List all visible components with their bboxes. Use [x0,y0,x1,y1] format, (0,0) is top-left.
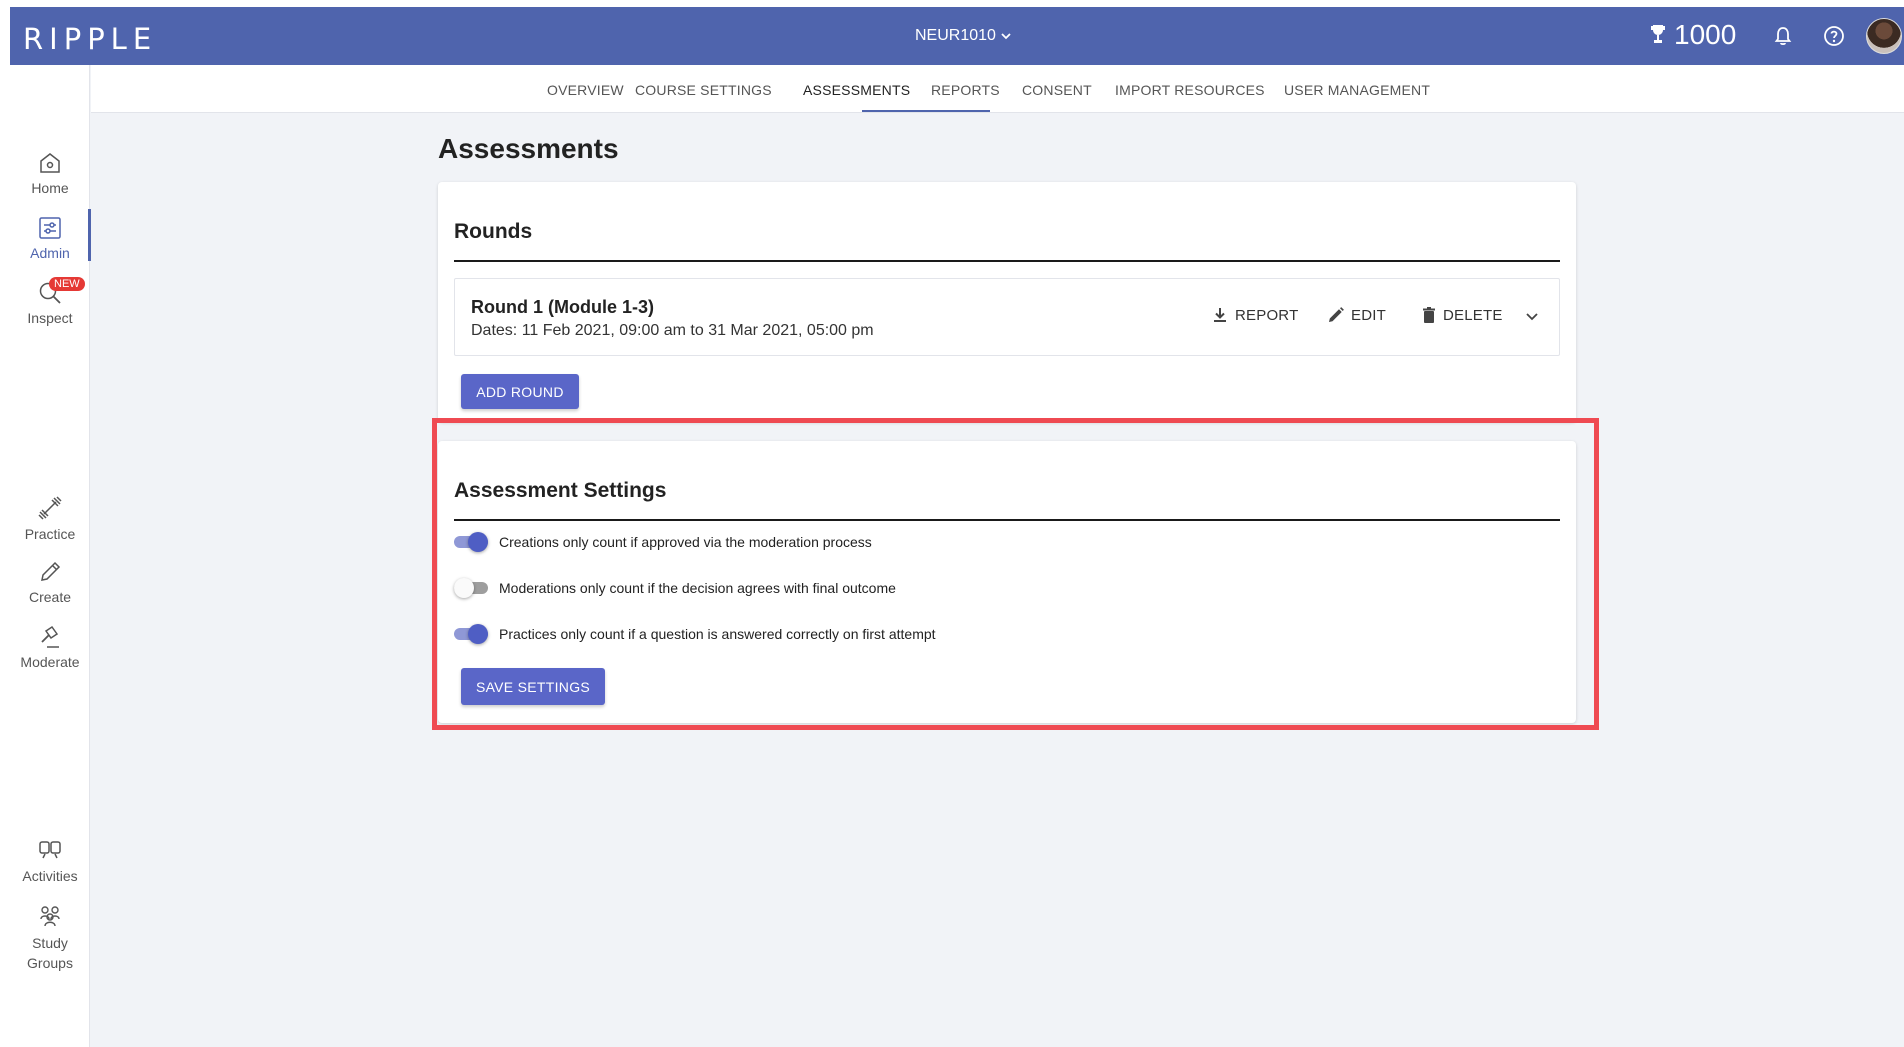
toggle-label: Creations only count if approved via the… [499,534,872,550]
toggle-row-creations: Creations only count if approved via the… [454,532,872,552]
sidebar-item-label-line2: Groups [27,955,73,971]
sidebar-item-activities[interactable]: Activities [10,838,90,884]
tab-course-settings[interactable]: COURSE SETTINGS [635,82,772,98]
tab-user-management[interactable]: USER MANAGEMENT [1284,82,1430,98]
trophy-icon [1651,25,1665,43]
toggle-label: Practices only count if a question is an… [499,626,936,642]
toggle-label: Moderations only count if the decision a… [499,580,896,596]
gavel-icon [41,625,59,648]
tab-assessments[interactable]: ASSESSMENTS [803,82,910,98]
sidebar-item-moderate[interactable]: Moderate [10,624,90,670]
groups-icon [40,906,60,927]
bell-icon[interactable] [1771,24,1795,48]
sidebar-item-label: Create [28,589,72,605]
download-icon [1214,308,1226,322]
toggle-row-moderations: Moderations only count if the decision a… [454,578,896,598]
trash-icon [1423,307,1435,323]
rounds-title: Rounds [454,220,533,243]
course-name: NEUR1010 [915,27,996,44]
practices-toggle[interactable] [454,624,488,644]
top-bar: RIPPLE NEUR1010 1000 [10,7,1904,65]
edit-label: EDIT [1351,306,1386,324]
pencil-icon [1329,307,1344,322]
help-icon[interactable] [1822,24,1846,48]
report-label: REPORT [1235,306,1299,324]
app-frame: RIPPLE NEUR1010 1000 Home Admin NEW Insp… [10,7,1904,1047]
edit-button[interactable]: EDIT [1327,306,1386,324]
active-tab-indicator [862,110,990,112]
sidebar-item-home[interactable]: Home [10,150,90,196]
sidebar-item-study-groups[interactable]: Study Groups [10,903,90,973]
add-round-button[interactable]: ADD ROUND [461,374,579,409]
toggle-row-practices: Practices only count if a question is an… [454,624,936,644]
sidebar-item-label: Moderate [20,654,80,670]
tab-overview[interactable]: OVERVIEW [547,82,624,98]
sidebar-item-label: Admin [30,245,70,261]
sidebar-item-label: Home [31,180,69,196]
sidebar-item-label: Practice [24,526,76,542]
assessment-settings-card: Assessment Settings Creations only count… [438,441,1576,723]
creations-toggle[interactable] [454,532,488,552]
moderations-toggle[interactable] [454,578,488,598]
course-selector[interactable]: NEUR1010 [915,27,1012,45]
report-button[interactable]: REPORT [1211,306,1298,324]
round-dates: Dates: 11 Feb 2021, 09:00 am to 31 Mar 2… [471,322,874,339]
app-logo[interactable]: RIPPLE [23,22,157,56]
settings-title: Assessment Settings [454,479,667,502]
sidebar-item-create[interactable]: Create [10,559,90,605]
chevron-down-icon[interactable] [1525,309,1539,323]
pencil-icon [41,561,61,581]
home-icon [40,153,60,173]
dumbbell-icon [38,496,62,520]
sidebar: Home Admin NEW Inspect Practice Create M… [10,65,91,1047]
settings-divider [454,519,1560,521]
rounds-divider [454,260,1560,262]
chevron-down-icon [1001,33,1011,40]
tab-import-resources[interactable]: IMPORT RESOURCES [1115,82,1265,98]
new-badge: NEW [49,277,85,291]
sidebar-item-label: Study [32,935,68,951]
delete-button[interactable]: DELETE [1421,306,1503,324]
tab-consent[interactable]: CONSENT [1022,82,1092,98]
sidebar-item-practice[interactable]: Practice [10,494,90,542]
admin-icon [39,217,61,239]
sidebar-item-inspect[interactable]: NEW Inspect [10,277,90,326]
rounds-card: Rounds Round 1 (Module 1-3) Dates: 11 Fe… [438,182,1576,422]
save-settings-button[interactable]: SAVE SETTINGS [461,668,605,705]
sidebar-item-label: Activities [22,868,78,884]
round-name: Round 1 (Module 1-3) [471,297,654,317]
points-display[interactable]: 1000 [1650,19,1736,51]
sidebar-item-admin[interactable]: Admin [10,209,91,261]
page-title: Assessments [438,133,619,164]
points-value: 1000 [1674,19,1737,50]
delete-label: DELETE [1443,306,1503,324]
round-item[interactable]: Round 1 (Module 1-3) Dates: 11 Feb 2021,… [454,278,1560,356]
course-tabs: OVERVIEW COURSE SETTINGS ASSESSMENTS REP… [91,65,1904,113]
sidebar-item-label: Inspect [27,310,73,326]
avatar[interactable] [1866,18,1902,54]
tab-reports[interactable]: REPORTS [931,82,1000,98]
activities-icon [39,841,61,859]
